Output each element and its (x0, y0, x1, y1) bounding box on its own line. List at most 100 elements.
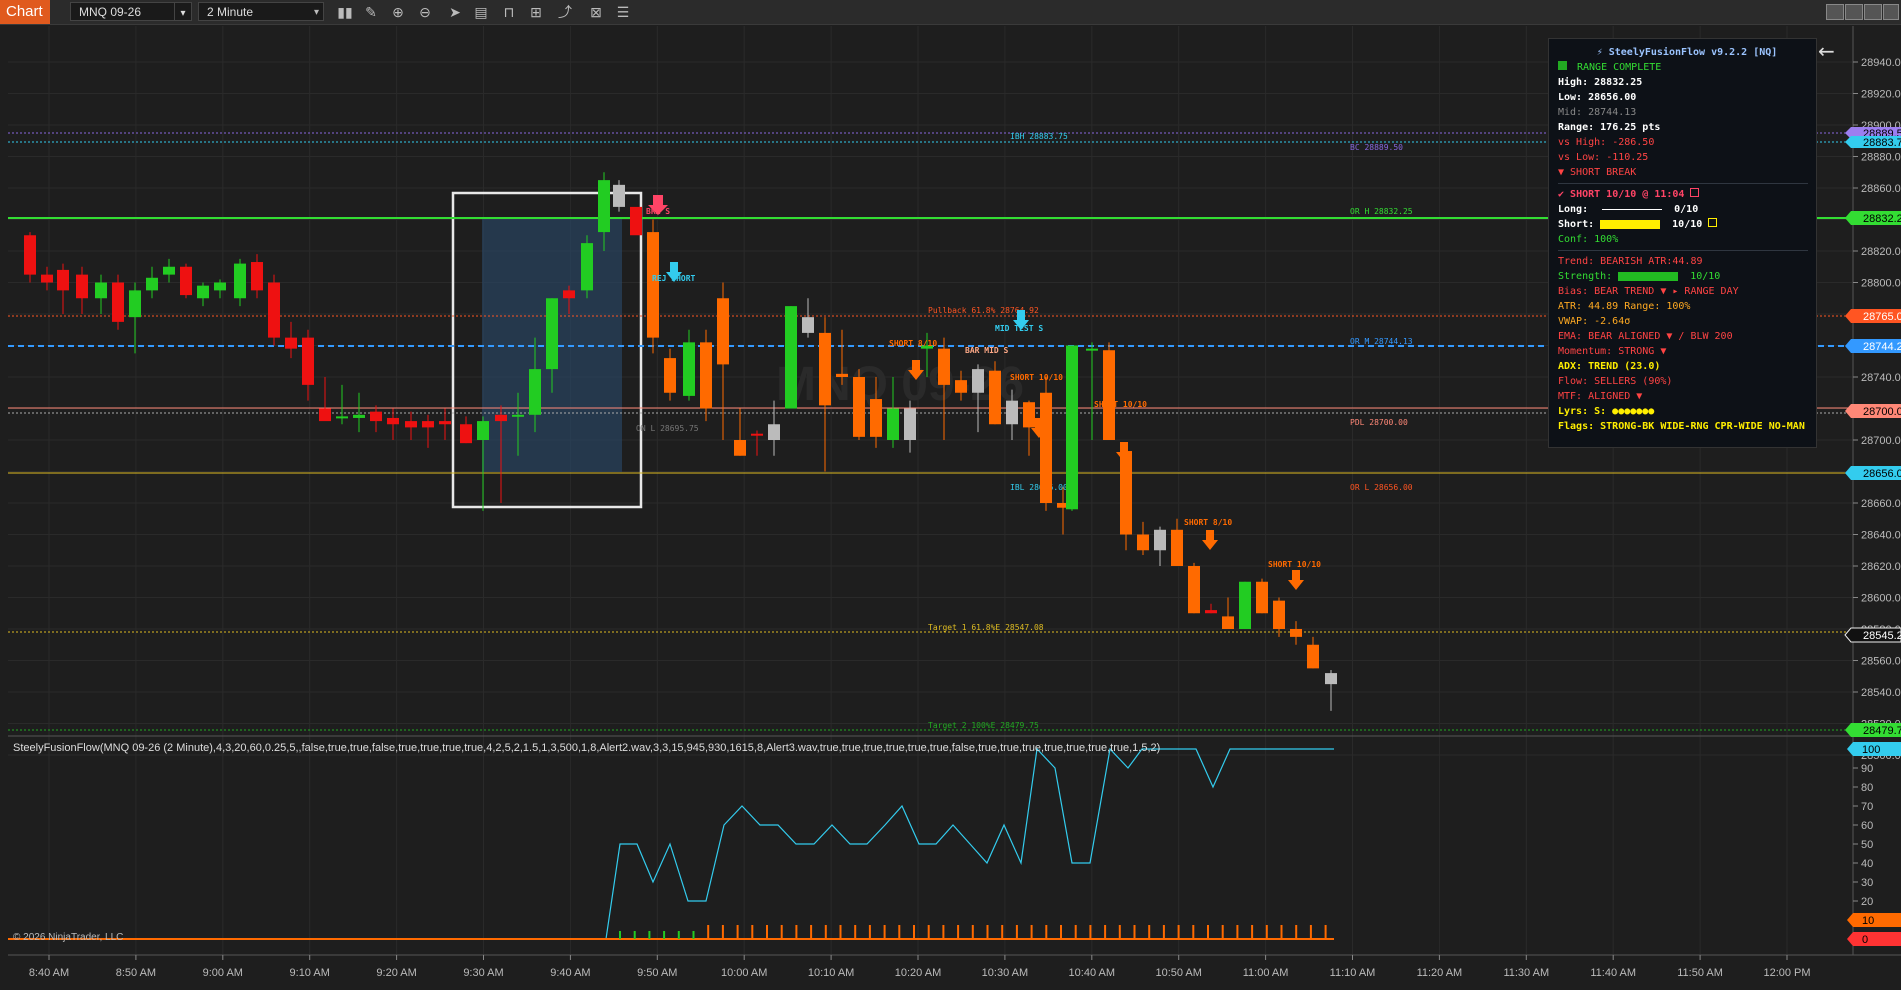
strength-line (8, 747, 1334, 940)
candle-body (734, 440, 746, 456)
time-tick-label: 12:00 PM (1763, 967, 1810, 979)
candle-body (95, 282, 107, 299)
ema-row: EMA: BEAR ALIGNED ▼ / BLW 200 (1558, 331, 1733, 342)
candle-body (319, 408, 331, 422)
indicator-tick-label: 30 (1861, 877, 1873, 889)
indicator-tag-text: 0 (1862, 934, 1868, 946)
candle-body (197, 285, 209, 299)
candle-body (180, 266, 192, 296)
or-high-label: OR H 28832.25 (1350, 207, 1413, 216)
candle-body (904, 408, 916, 440)
candle-body (972, 369, 984, 393)
candle-body (1040, 392, 1052, 503)
price-tick-label: 28820.00 (1861, 246, 1901, 258)
range-row: Range: 176.25 pts (1558, 122, 1661, 133)
candle-body (785, 306, 797, 409)
time-tick-label: 10:10 AM (808, 967, 854, 979)
candle-body (163, 266, 175, 275)
candle-body (302, 337, 314, 385)
candle-body (938, 348, 950, 385)
price-tag-text: 28656.00 (1863, 468, 1901, 480)
strength-meter (1618, 271, 1679, 281)
vs-high-row: vs High: -286.50 (1558, 137, 1655, 148)
price-tick-label: 28700.00 (1861, 435, 1901, 447)
indicator-tick-label: 40 (1861, 858, 1873, 870)
long-meter (1602, 208, 1663, 210)
indicator-tick-label: 90 (1861, 763, 1873, 775)
ibl-label: IBL 28656.00 (1010, 483, 1068, 492)
indicator-panel (8, 747, 1334, 940)
candle-body (41, 274, 53, 283)
indicator-tick-label: 20 (1861, 896, 1873, 908)
candle-body (146, 277, 158, 291)
candle-body (24, 235, 36, 275)
indicator-tag (1847, 932, 1901, 946)
candle-body (1256, 581, 1268, 614)
candle-body (1103, 350, 1115, 440)
time-tick-label: 10:00 AM (721, 967, 767, 979)
short-row: Short: 10/10 (1558, 217, 1816, 232)
layers-row: Lyrs: S: ●●●●●●● (1558, 406, 1655, 417)
collapse-panel-arrow-icon[interactable]: ← (1818, 39, 1835, 63)
time-tick-label: 9:30 AM (463, 967, 503, 979)
indicator-tag-text: 10 (1862, 915, 1874, 927)
price-tag-text: 28479.75 (1863, 725, 1901, 737)
candle-body (129, 290, 141, 318)
panel-separator (1558, 250, 1808, 251)
time-tick-label: 11:40 AM (1590, 967, 1636, 979)
time-tick-label: 11:30 AM (1503, 967, 1549, 979)
candle-body (422, 421, 434, 428)
candle-body (717, 298, 729, 365)
price-tick-label: 28660.00 (1861, 498, 1901, 510)
signal-label: SHORT 8/10 (1184, 518, 1232, 527)
signal-square-icon (1690, 188, 1700, 197)
candle-body (700, 342, 712, 409)
candle-body (1023, 402, 1035, 428)
candle-body (870, 399, 882, 437)
candle-body (268, 282, 280, 338)
time-tick-label: 11:20 AM (1417, 967, 1463, 979)
indicator-tick-label: 60 (1861, 820, 1873, 832)
candle-body (1273, 600, 1285, 629)
price-tick-label: 28800.00 (1861, 278, 1901, 290)
panel-title: ⚡ SteelyFusionFlow v9.2.2 [NQ] (1596, 47, 1778, 58)
signal-row: ✔ SHORT 10/10 @ 11:04 (1558, 187, 1816, 202)
momentum-row: Momentum: STRONG ▼ (1558, 346, 1667, 357)
price-tag-text: 28700.00 (1863, 406, 1901, 418)
candle-body (214, 282, 226, 291)
high-row: High: 28832.25 (1558, 77, 1643, 88)
candle-body (563, 290, 575, 299)
signal-label: SHORT 10/10 (1268, 560, 1321, 569)
candle-body (285, 337, 297, 349)
low-row: Low: 28656.00 (1558, 92, 1637, 103)
signal-label: SHORT 10/10 (1094, 400, 1147, 409)
candle-body (613, 184, 625, 207)
candle-body (353, 414, 365, 418)
time-tick-label: 8:40 AM (29, 967, 69, 979)
checkmark-icon: ✔ (1558, 189, 1571, 200)
price-tick-label: 28740.00 (1861, 372, 1901, 384)
candle-body (581, 243, 593, 291)
candle-body (853, 377, 865, 437)
price-tag-text: 28545.25 (1863, 630, 1901, 642)
candle-body (477, 421, 489, 440)
price-tick-label: 28880.00 (1861, 152, 1901, 164)
ibh-label: IBH 28883.75 (1010, 132, 1068, 141)
candle-body (529, 369, 541, 415)
candle-body (234, 263, 246, 299)
atr-row: ATR: 44.89 Range: 100% (1558, 301, 1691, 312)
check-box-icon (1558, 61, 1567, 70)
candle-body (336, 416, 348, 419)
candle-body (887, 408, 899, 440)
price-tick-label: 28860.00 (1861, 183, 1901, 195)
conf-row: Conf: 100% (1558, 234, 1619, 245)
candle-body (598, 180, 610, 233)
target-2-label: Target 2 100%E 28479.75 (928, 721, 1039, 730)
candle-body (1239, 581, 1251, 629)
target-1-label: Target 1 61.8%E 28547.08 (928, 623, 1044, 632)
time-tick-label: 9:50 AM (637, 967, 677, 979)
candle-body (630, 206, 642, 236)
indicator-tick-label: 50 (1861, 839, 1873, 851)
candle-body (802, 317, 814, 333)
indicator-title: SteelyFusionFlow(MNQ 09-26 (2 Minute),4,… (13, 742, 1161, 754)
